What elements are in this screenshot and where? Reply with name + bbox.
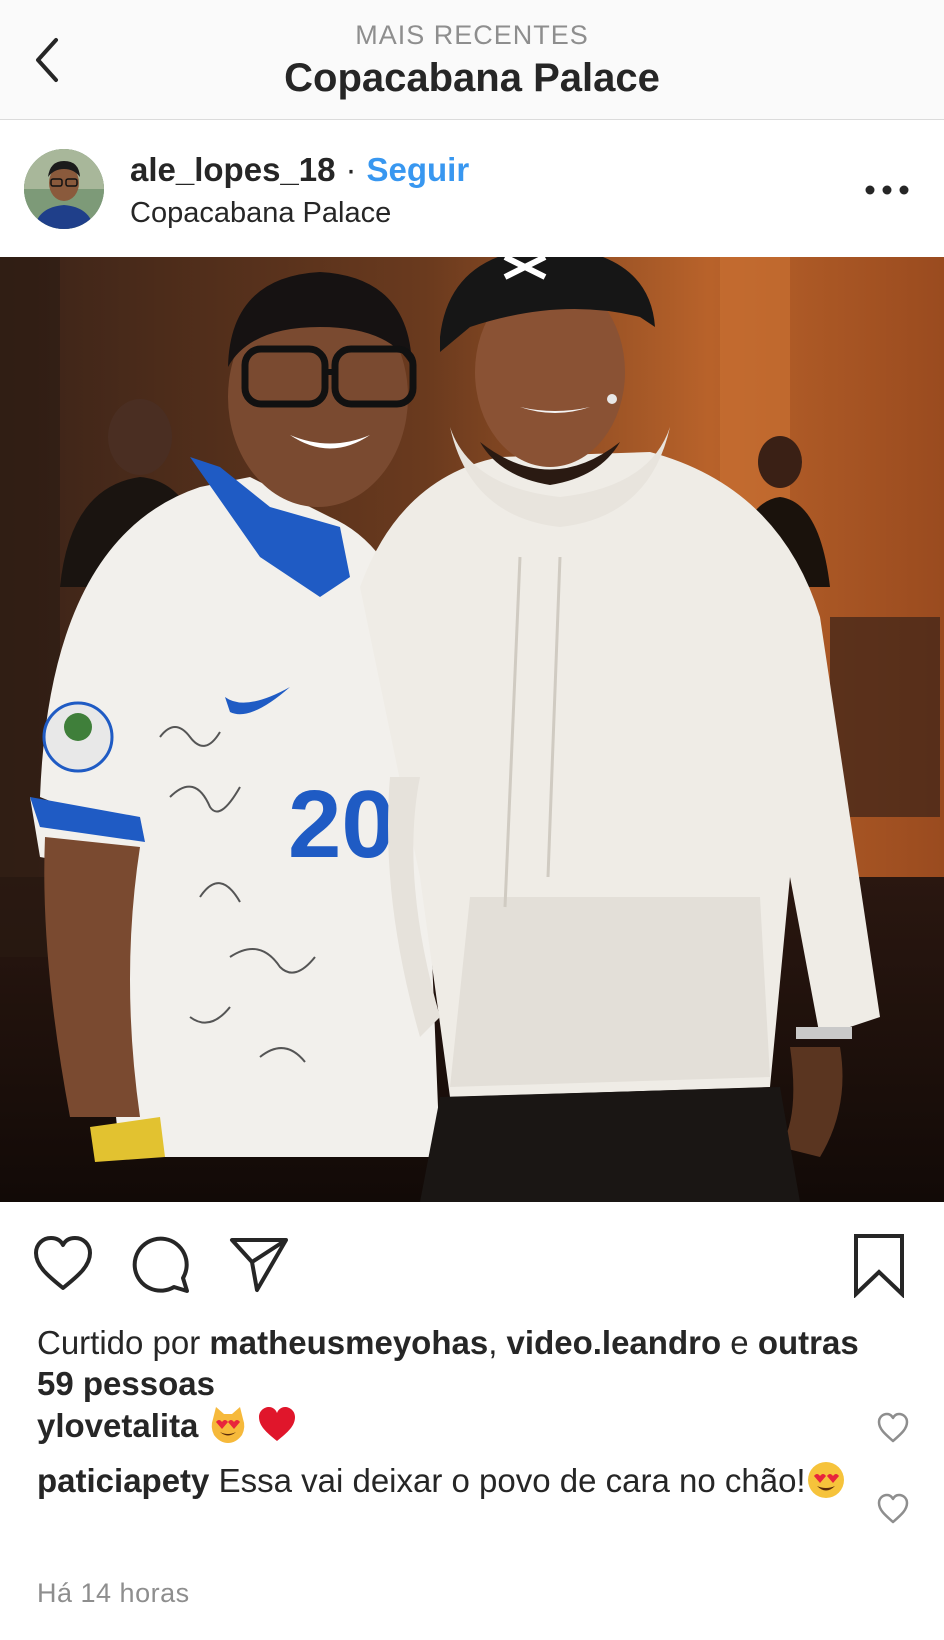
heart-icon bbox=[877, 1412, 909, 1443]
likes-summary: Curtido por matheusmeyohas, video.leandr… bbox=[37, 1322, 897, 1404]
heart-icon bbox=[34, 1236, 92, 1290]
header-subtitle: MAIS RECENTES bbox=[355, 20, 589, 50]
comment-username[interactable]: ylovetalita bbox=[37, 1407, 198, 1444]
more-horizontal-icon bbox=[865, 185, 909, 195]
comment-like-button[interactable] bbox=[876, 1412, 910, 1444]
follow-button[interactable]: Seguir bbox=[366, 151, 469, 188]
heart-eyes-face-emoji-icon bbox=[807, 1462, 844, 1498]
liker-1[interactable]: matheusmeyohas bbox=[209, 1324, 488, 1361]
post-header: ale_lopes_18 · Seguir Copacabana Palace bbox=[0, 121, 944, 257]
share-button[interactable] bbox=[226, 1232, 292, 1298]
username-row: ale_lopes_18 · Seguir bbox=[130, 151, 469, 189]
likes-conj: e bbox=[730, 1324, 749, 1361]
comment-item: paticiapety Essa vai deixar o povo de ca… bbox=[37, 1460, 857, 1501]
post-location[interactable]: Copacabana Palace bbox=[130, 197, 391, 230]
bookmark-icon bbox=[854, 1234, 904, 1299]
action-bar bbox=[0, 1202, 944, 1322]
comment-like-button[interactable] bbox=[876, 1493, 910, 1525]
post-username[interactable]: ale_lopes_18 bbox=[130, 151, 335, 188]
like-button[interactable] bbox=[30, 1232, 96, 1298]
liker-2[interactable]: video.leandro bbox=[507, 1324, 722, 1361]
heart-eyes-cat-emoji-icon bbox=[211, 1407, 244, 1443]
jersey-number: 20 bbox=[288, 771, 395, 878]
comment-icon bbox=[132, 1236, 189, 1293]
avatar[interactable] bbox=[24, 149, 104, 229]
photo-illustration: 20 bbox=[0, 257, 944, 1202]
post-photo[interactable]: 20 bbox=[0, 257, 944, 1202]
more-options-button[interactable] bbox=[862, 175, 912, 205]
comment-text: Essa vai deixar o povo de cara no chão! bbox=[218, 1462, 806, 1499]
likes-comma: , bbox=[488, 1324, 498, 1361]
post-timestamp: Há 14 horas bbox=[37, 1578, 190, 1608]
red-heart-emoji-icon bbox=[258, 1407, 295, 1441]
comment-username[interactable]: paticiapety bbox=[37, 1462, 209, 1499]
heart-icon bbox=[877, 1493, 909, 1524]
likes-prefix: Curtido por bbox=[37, 1324, 201, 1361]
paper-plane-icon bbox=[230, 1238, 288, 1292]
comment-button[interactable] bbox=[128, 1232, 194, 1298]
nav-header: MAIS RECENTES Copacabana Palace bbox=[0, 0, 944, 120]
comment-item: ylovetalita bbox=[37, 1405, 857, 1446]
separator-dot: · bbox=[345, 151, 357, 188]
page-title: Copacabana Palace bbox=[284, 56, 660, 100]
save-button[interactable] bbox=[846, 1232, 912, 1299]
avatar-image bbox=[24, 149, 104, 229]
